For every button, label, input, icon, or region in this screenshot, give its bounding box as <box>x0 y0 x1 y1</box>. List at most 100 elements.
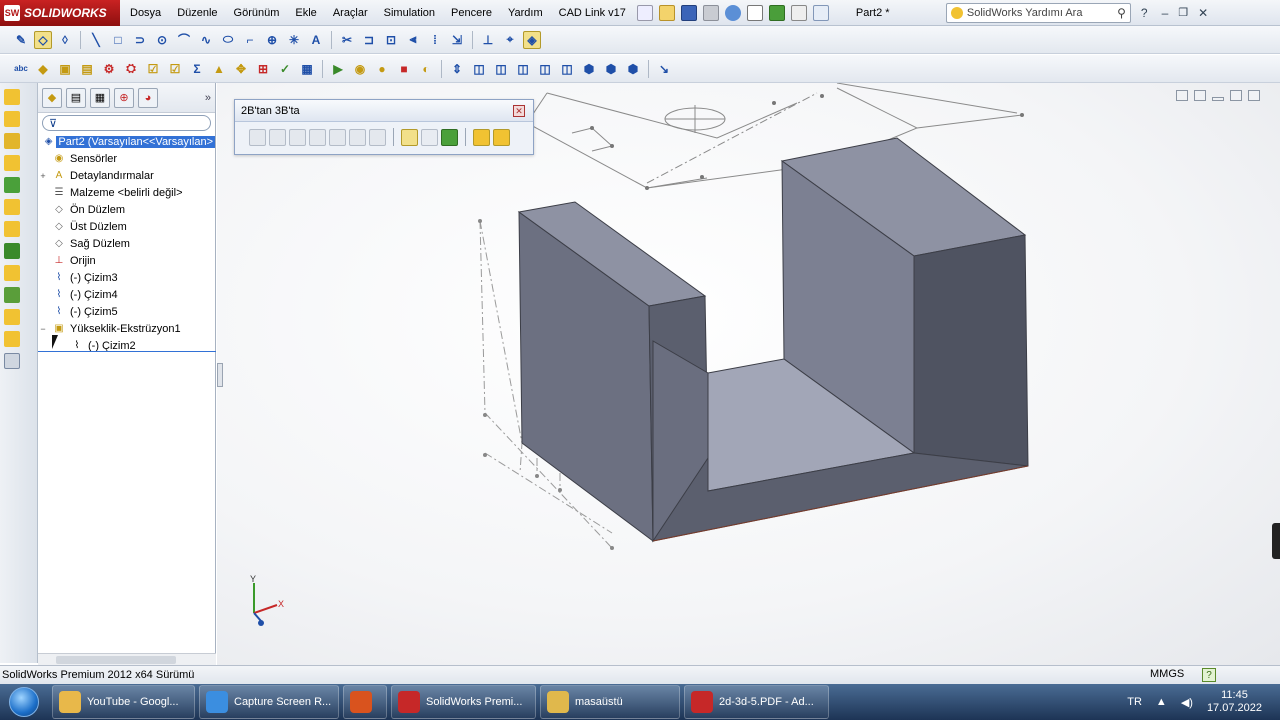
menu-item[interactable]: Düzenle <box>169 0 225 26</box>
tree-item[interactable]: ⌇ (-) Çizim4 <box>38 286 215 303</box>
cut-icon[interactable] <box>493 128 510 146</box>
language-indicator[interactable]: TR <box>1127 696 1142 708</box>
stop-icon[interactable]: ■ <box>395 60 413 78</box>
expand-panel-icon[interactable]: » <box>205 92 211 104</box>
extrude-boss-icon[interactable] <box>4 89 20 105</box>
tree-item[interactable]: ⊥ Orijin <box>38 252 215 269</box>
viewport-edge-tab[interactable] <box>1272 523 1280 559</box>
appearance-icon[interactable]: ◐ <box>417 60 435 78</box>
import-diagnostics-icon[interactable]: ☑ <box>144 60 162 78</box>
circle-icon[interactable]: ⊙ <box>153 31 171 49</box>
rebuild-icon[interactable] <box>768 4 785 21</box>
viewport-close-icon[interactable] <box>1248 90 1260 101</box>
volume-icon[interactable]: ◀) <box>1181 696 1193 709</box>
move-entities-icon[interactable]: ⇲ <box>448 31 466 49</box>
feature-manager-tab-icon[interactable]: ◆ <box>42 87 62 108</box>
tree-item[interactable]: ◇ Sağ Düzlem <box>38 235 215 252</box>
display-relations-icon[interactable]: ⊥ <box>479 31 497 49</box>
view-right-icon[interactable]: ◫ <box>536 60 554 78</box>
menu-item[interactable]: Yardım <box>500 0 551 26</box>
toolbox-2d-to-3d[interactable]: 2B'tan 3B'ta ✕ <box>234 99 534 155</box>
view-isometric-icon[interactable]: ⬢ <box>602 60 620 78</box>
dimxpert-manager-tab-icon[interactable]: ⊕ <box>114 87 134 108</box>
tree-item[interactable]: ☰ Malzeme <belirli değil> <box>38 184 215 201</box>
view-front-icon[interactable]: ◫ <box>470 60 488 78</box>
u-channel-solid[interactable] <box>517 137 1029 543</box>
property-manager-tab-icon[interactable]: ▤ <box>66 87 86 108</box>
right-view-icon[interactable] <box>289 128 306 146</box>
restore-icon[interactable]: ❐ <box>1178 6 1188 19</box>
help-question-icon[interactable]: ? <box>1141 6 1148 20</box>
thickness-analysis-icon[interactable]: ✓ <box>276 60 294 78</box>
clock[interactable]: 11:45 17.07.2022 <box>1207 689 1262 715</box>
tree-item[interactable]: − ▣ Yükseklik-Ekstrüzyon1 <box>38 320 215 337</box>
costing-icon[interactable]: ◉ <box>351 60 369 78</box>
swept-cut-icon[interactable] <box>4 221 20 237</box>
view-left-icon[interactable]: ◫ <box>514 60 532 78</box>
start-button[interactable] <box>0 684 48 720</box>
linear-pattern-icon[interactable]: ⁞ <box>426 31 444 49</box>
back-view-icon[interactable] <box>349 128 366 146</box>
tile-horizontal-icon[interactable] <box>1176 90 1188 101</box>
move-face-icon[interactable]: ⇕ <box>448 60 466 78</box>
arc-icon[interactable]: ⌒ <box>175 31 193 49</box>
top-view-icon[interactable] <box>269 128 286 146</box>
rollback-bar[interactable] <box>38 351 216 352</box>
eraser-icon[interactable]: ◊ <box>56 31 74 49</box>
save-icon[interactable] <box>680 4 697 21</box>
create-sketch-icon[interactable] <box>401 128 418 146</box>
front-view-icon[interactable] <box>249 128 266 146</box>
ellipse-icon[interactable]: ⬭ <box>219 31 237 49</box>
new-file-icon[interactable] <box>636 4 653 21</box>
parting-line-icon[interactable]: ⊞ <box>254 60 272 78</box>
units-selector[interactable]: MMGS <box>1150 668 1184 680</box>
equations-icon[interactable]: Σ <box>188 60 206 78</box>
view-top-icon[interactable]: ◫ <box>558 60 576 78</box>
model-canvas[interactable]: Y X <box>217 83 1280 665</box>
search-icon[interactable]: ⚲ <box>1117 6 1126 20</box>
polygon-icon[interactable]: ⊕ <box>263 31 281 49</box>
mirror-icon[interactable]: ⫷ <box>404 31 422 49</box>
viewport-restore-icon[interactable] <box>1230 90 1242 101</box>
swept-boss-icon[interactable] <box>4 133 20 149</box>
help-search-input[interactable]: SolidWorks Yardımı Ara ⚲ <box>945 2 1131 23</box>
view-back-icon[interactable]: ◫ <box>492 60 510 78</box>
point-icon[interactable]: ✳ <box>285 31 303 49</box>
scrollbar-thumb[interactable] <box>56 656 176 664</box>
geometry-analysis-icon[interactable]: ⛭ <box>122 60 140 78</box>
panel-splitter-handle[interactable] <box>217 363 223 387</box>
menu-item[interactable]: Görünüm <box>226 0 288 26</box>
menu-item[interactable]: Simulation <box>376 0 443 26</box>
measure-icon[interactable]: ◆ <box>34 60 52 78</box>
deviation-analysis-icon[interactable]: ☑ <box>166 60 184 78</box>
tree-item[interactable]: ◇ Üst Düzlem <box>38 218 215 235</box>
menu-item[interactable]: Dosya <box>120 0 169 26</box>
toolbox-title[interactable]: 2B'tan 3B'ta <box>235 100 533 122</box>
mass-properties-icon[interactable]: ▣ <box>56 60 74 78</box>
draft-icon[interactable] <box>4 331 20 347</box>
extrude-cut-icon[interactable] <box>4 177 20 193</box>
status-help-icon[interactable]: ? <box>1202 668 1216 682</box>
sketch-icon[interactable]: ✎ <box>12 31 30 49</box>
display-manager-tab-icon[interactable]: ◕ <box>138 87 158 108</box>
draft-analysis-icon[interactable]: ▲ <box>210 60 228 78</box>
options-icon[interactable] <box>812 4 829 21</box>
print-icon[interactable] <box>702 4 719 21</box>
slot-icon[interactable]: ⊃ <box>131 31 149 49</box>
design-checker-icon[interactable]: ● <box>373 60 391 78</box>
left-view-icon[interactable] <box>309 128 326 146</box>
graphics-area[interactable]: Y X <box>217 83 1280 665</box>
extrude-icon[interactable] <box>473 128 490 146</box>
solidworks-logo[interactable]: SW SOLIDWORKS <box>0 0 120 26</box>
tree-filter-input[interactable]: ⊽ <box>42 115 211 131</box>
repair-sketch-icon[interactable] <box>421 128 438 146</box>
select-cursor-icon[interactable] <box>746 4 763 21</box>
file-properties-icon[interactable] <box>790 4 807 21</box>
tree-item[interactable]: ⌇ (-) Çizim3 <box>38 269 215 286</box>
spelling-icon[interactable]: abc <box>12 60 30 78</box>
undercut-analysis-icon[interactable]: ✥ <box>232 60 250 78</box>
revolve-cut-icon[interactable] <box>4 199 20 215</box>
sim-xpress-icon[interactable]: ▦ <box>298 60 316 78</box>
dimxpert-icon[interactable]: ▶ <box>329 60 347 78</box>
taskbar-app[interactable]: masaüstü <box>540 685 680 719</box>
